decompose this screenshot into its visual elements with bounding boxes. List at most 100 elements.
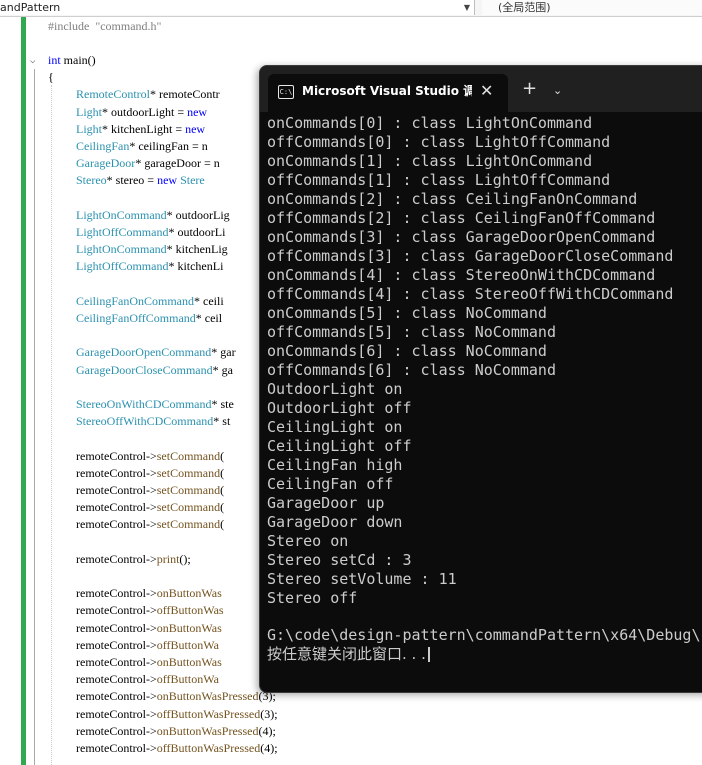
console-output-line: Stereo off (267, 589, 358, 607)
code-token: onButtonWasPressed (156, 689, 259, 704)
code-token: ( (220, 483, 225, 497)
code-token: * ceili (194, 293, 224, 308)
code-token: onButtonWas (156, 655, 222, 669)
code-token: ( (220, 500, 225, 515)
console-output-line: onCommands[4] : class StereoOnWithCDComm… (267, 266, 656, 284)
code-token: new (187, 104, 208, 119)
code-line: remoteControl->setCommand( (76, 516, 224, 533)
console-output-line: onCommands[5] : class NoCommand (267, 304, 547, 322)
console-output-line: GarageDoor down (267, 513, 403, 531)
code-token: remoteControl-> (76, 723, 157, 738)
code-token: remoteControl-> (76, 465, 157, 480)
code-token: remoteControl-> (76, 517, 157, 532)
member-dropdown[interactable]: (全局范围) (482, 0, 702, 15)
code-token: * gar (211, 345, 236, 360)
console-output-line: OutdoorLight on (267, 380, 403, 398)
code-line: LightOnCommand* outdoorLig (76, 207, 230, 224)
code-token: Light (76, 104, 102, 119)
code-token: remoteControl-> (76, 500, 157, 515)
console-output-line: CeilingLight off (267, 437, 412, 455)
new-tab-icon[interactable]: + (522, 76, 537, 102)
code-line: remoteControl->setCommand( (76, 482, 224, 499)
press-key-line: 按任意键关闭此窗口. . . (267, 645, 430, 664)
code-token: StereoOnWithCDCommand (76, 397, 212, 411)
code-line: RemoteControl* remoteContr (76, 86, 220, 103)
console-tab[interactable]: C:\ Microsoft Visual Studio 调试控 ✕ (268, 74, 508, 112)
code-token: (3); (260, 706, 278, 721)
code-line: remoteControl->offButtonWa (76, 671, 219, 688)
code-line: LightOffCommand* kitchenLi (76, 258, 223, 275)
debug-console-window[interactable]: C:\ Microsoft Visual Studio 调试控 ✕ + ⌄ on… (259, 65, 702, 693)
change-tracking-bar (21, 17, 26, 765)
code-token: setCommand (156, 517, 221, 532)
code-token: LightOffCommand (76, 259, 169, 274)
console-output-line: onCommands[3] : class GarageDoorOpenComm… (267, 228, 656, 246)
code-token: * kitchenLig (166, 242, 228, 257)
console-output-line: offCommands[3] : class GarageDoorCloseCo… (267, 247, 674, 265)
console-output-line: offCommands[1] : class LightOffCommand (267, 171, 611, 189)
code-token: remoteControl-> (76, 483, 157, 497)
code-line: GarageDoor* garageDoor = n (76, 155, 220, 172)
code-token: remoteControl-> (76, 551, 157, 566)
member-dropdown-label: (全局范围) (498, 1, 551, 14)
code-token: offButtonWas (156, 603, 224, 618)
code-line: GarageDoorCloseCommand* ga (76, 362, 233, 379)
indent-guide (51, 85, 52, 765)
include-directive: #include "command.h" (48, 19, 162, 33)
code-token: Stere (177, 173, 205, 188)
scope-dropdown[interactable]: andPattern ▼ (0, 0, 475, 15)
console-output-line: CeilingFan off (267, 475, 394, 493)
code-token: remoteControl-> (76, 620, 157, 635)
console-output-line: OutdoorLight off (267, 399, 412, 417)
code-token: * outdoorLig (166, 207, 230, 222)
code-token: setCommand (156, 500, 221, 515)
code-token: onButtonWas (156, 586, 222, 601)
code-token: setCommand (156, 483, 221, 497)
code-line: remoteControl->onButtonWas (76, 585, 222, 602)
code-token: main() (60, 53, 96, 67)
code-token: print (156, 551, 180, 566)
code-token: offButtonWa (156, 637, 219, 652)
code-token: offButtonWasPressed (156, 741, 261, 755)
console-output-line: onCommands[2] : class CeilingFanOnComman… (267, 190, 638, 208)
code-token: ( (220, 448, 225, 463)
code-line: remoteControl->onButtonWas (76, 620, 222, 637)
code-token: CeilingFan (76, 139, 130, 153)
close-icon[interactable]: ✕ (480, 74, 493, 108)
console-output-line: offCommands[4] : class StereoOffWithCDCo… (267, 285, 674, 303)
code-token: new (157, 173, 178, 188)
console-output-line: Stereo setVolume : 11 (267, 570, 457, 588)
code-token: * ceil (195, 311, 223, 325)
code-line: LightOffCommand* outdoorLi (76, 224, 225, 241)
code-line: remoteControl->offButtonWa (76, 637, 219, 654)
chevron-down-icon[interactable]: ▼ (464, 0, 470, 15)
code-token: LightOnCommand (76, 207, 167, 222)
console-output-line: offCommands[2] : class CeilingFanOffComm… (267, 209, 656, 227)
code-token: StereoOffWithCDCommand (76, 414, 214, 429)
code-token: LightOffCommand (76, 225, 169, 239)
code-line: remoteControl->setCommand( (76, 448, 224, 465)
code-line: remoteControl->onButtonWasPressed(3); (76, 688, 276, 705)
code-token: GarageDoorOpenCommand (76, 345, 212, 360)
terminal-icon: C:\ (278, 85, 294, 99)
code-line: CeilingFanOnCommand* ceili (76, 293, 224, 310)
code-token: CeilingFanOnCommand (76, 293, 194, 308)
code-line: remoteControl->offButtonWas (76, 602, 224, 619)
code-line: remoteControl->print(); (76, 551, 191, 568)
code-token: { (48, 70, 54, 85)
console-tab-title: Microsoft Visual Studio 调试控 (302, 84, 472, 98)
chevron-down-icon[interactable]: ⌄ (553, 78, 562, 104)
collapse-icon[interactable]: ⌵ (30, 56, 35, 66)
code-token: ( (220, 465, 225, 480)
console-output-line: onCommands[1] : class LightOnCommand (267, 152, 593, 170)
code-token: GarageDoorCloseCommand (76, 362, 213, 377)
code-token: remoteControl-> (76, 672, 157, 687)
code-token: * kitchenLight = (102, 121, 186, 136)
code-line: StereoOnWithCDCommand* ste (76, 396, 234, 413)
code-token: offButtonWasPressed (156, 706, 261, 721)
console-output-line: onCommands[6] : class NoCommand (267, 342, 547, 360)
console-output-line: GarageDoor up (267, 494, 385, 512)
code-token: RemoteControl (76, 87, 150, 102)
code-token: setCommand (156, 448, 221, 463)
code-line: remoteControl->onButtonWasPressed(4); (76, 723, 276, 740)
